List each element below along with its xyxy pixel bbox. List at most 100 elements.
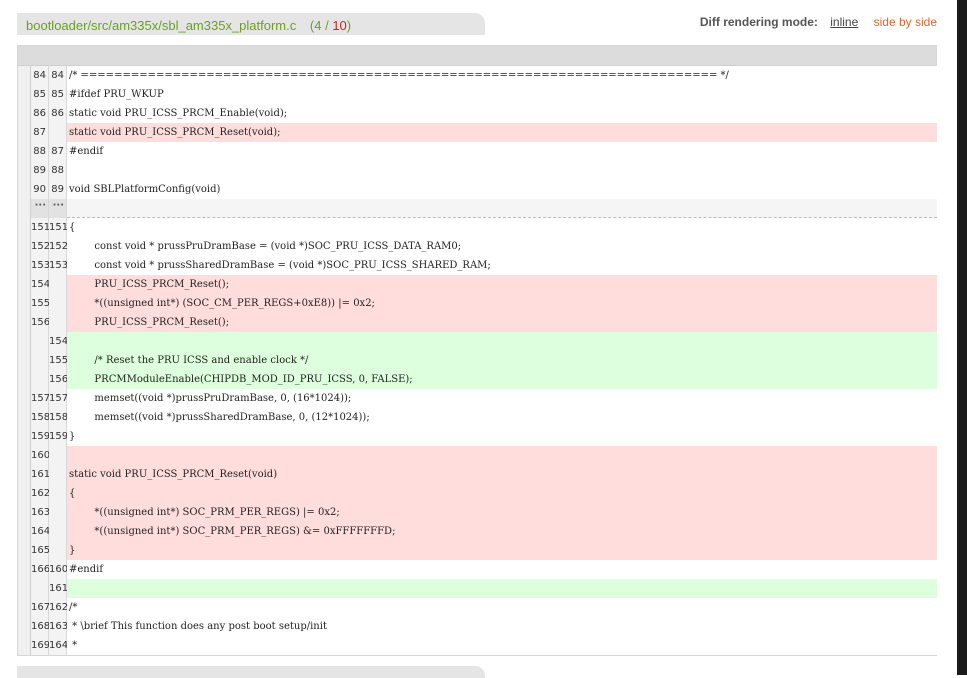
diff-line: 161 static void PRU_ICSS_PRCM_Reset(void) xyxy=(31,465,937,484)
code-text: static void PRU_ICSS_PRCM_Reset(void); xyxy=(67,123,937,142)
code-text: #endif xyxy=(67,142,937,161)
new-line-number: 160 xyxy=(49,560,68,579)
new-line-number: 164 xyxy=(49,636,68,655)
diff-panel: 84 84/* =================================… xyxy=(17,45,937,656)
diff-mode-side-by-side-link[interactable]: side by side xyxy=(874,15,937,29)
diff-line: 154 xyxy=(31,332,937,351)
diff-line: 153 153 const void * prussSharedDramBase … xyxy=(31,256,937,275)
old-line-number: 161 xyxy=(31,465,50,484)
new-line-number: 154 xyxy=(49,332,68,351)
diff-collapse-separator[interactable]: ··· ··· xyxy=(31,199,937,218)
new-line-number xyxy=(49,541,67,560)
old-line-number: 157 xyxy=(31,389,50,408)
old-line-number: 159 xyxy=(31,427,50,446)
old-line-number: 153 xyxy=(31,256,50,275)
old-line-number: 164 xyxy=(31,522,50,541)
window-edge xyxy=(957,0,967,675)
diff-line: 168 163 * \brief This function does any p… xyxy=(31,617,937,636)
new-line-number xyxy=(49,484,67,503)
diff-mode-label: Diff rendering mode: xyxy=(699,15,818,29)
code-text: /* =====================================… xyxy=(67,66,937,85)
diff-line: 162 { xyxy=(31,484,937,503)
new-line-number xyxy=(49,465,67,484)
code-text xyxy=(67,161,937,180)
diff-line: 85 85 #ifdef PRU_WKUP xyxy=(31,85,937,104)
diff-mode-inline-link[interactable]: inline xyxy=(830,15,858,29)
new-line-number: 88 xyxy=(49,161,67,180)
diff-line: 155 /* Reset the PRU ICSS and enable clo… xyxy=(31,351,937,370)
old-line-number xyxy=(31,351,49,370)
old-line-number xyxy=(31,332,49,351)
file-counter-separator: / xyxy=(321,18,333,33)
diff-line: 152 152 const void * prussPruDramBase = (… xyxy=(31,237,937,256)
new-line-number: 155 xyxy=(49,351,68,370)
old-line-number: 165 xyxy=(31,541,50,560)
diff-line: 155 *((unsigned int*) (SOC_CM_PER_REGS+0… xyxy=(31,294,937,313)
new-line-number xyxy=(49,522,67,541)
code-text: /* xyxy=(67,598,937,617)
old-line-number: 168 xyxy=(31,617,50,636)
diff-line: 166 160 #endif xyxy=(31,560,937,579)
file-path-link[interactable]: bootloader/src/am335x/sbl_am335x_platfor… xyxy=(26,18,296,33)
code-text: memset((void *)prussSharedDramBase, 0, (… xyxy=(67,408,937,427)
code-text: PRCMModuleEnable(CHIPDB_MOD_ID_PRU_ICSS,… xyxy=(67,370,937,389)
diff-header-strip xyxy=(18,46,936,66)
old-line-number: 86 xyxy=(31,104,49,123)
diff-line: 86 86 static void PRU_ICSS_PRCM_Enable(voi… xyxy=(31,104,937,123)
diff-line: 159 159} xyxy=(31,427,937,446)
code-text xyxy=(67,446,937,465)
code-text xyxy=(67,332,937,351)
file-counter-total: 10 xyxy=(332,18,347,33)
code-text: * xyxy=(67,636,937,655)
code-text: memset((void *)prussPruDramBase, 0, (16*… xyxy=(67,389,937,408)
diff-line: 156 PRU_ICSS_PRCM_Reset(); xyxy=(31,313,937,332)
new-line-number: 156 xyxy=(49,370,68,389)
new-line-number: 84 xyxy=(49,66,67,85)
code-text: } xyxy=(67,427,937,446)
new-line-number: 87 xyxy=(49,142,67,161)
diff-line: 84 84/* =================================… xyxy=(31,66,937,85)
diff-line: 164 *((unsigned int*) SOC_PRM_PER_REGS) … xyxy=(31,522,937,541)
new-line-number: 89 xyxy=(49,180,67,199)
diff-line: 157 157 memset((void *)prussPruDramBase, … xyxy=(31,389,937,408)
diff-line: 165} xyxy=(31,541,937,560)
diff-line: 169 164 * xyxy=(31,636,937,655)
file-counter-close: ) xyxy=(346,18,352,33)
old-line-number: 84 xyxy=(31,66,49,85)
new-line-number xyxy=(49,313,67,332)
old-line-number: 152 xyxy=(31,237,50,256)
code-text: const void * prussPruDramBase = (void *)… xyxy=(67,237,937,256)
diff-code-table: 84 84/* =================================… xyxy=(30,66,937,655)
new-line-number: 86 xyxy=(49,104,67,123)
code-text xyxy=(67,199,937,218)
old-line-number: 87 xyxy=(31,123,49,142)
file-counter: (4 / 10) xyxy=(310,18,351,33)
code-text: void SBLPlatformConfig(void) xyxy=(67,180,937,199)
code-text: PRU_ICSS_PRCM_Reset(); xyxy=(67,313,937,332)
old-line-number: 89 xyxy=(31,161,49,180)
code-text: } xyxy=(67,541,937,560)
new-line-number: 152 xyxy=(49,237,68,256)
code-text: static void PRU_ICSS_PRCM_Enable(void); xyxy=(67,104,937,123)
new-line-number xyxy=(49,446,67,465)
old-line-number: 167 xyxy=(31,598,50,617)
code-text: /* Reset the PRU ICSS and enable clock *… xyxy=(67,351,937,370)
next-file-tab[interactable] xyxy=(17,666,485,678)
old-line-number: ··· xyxy=(31,199,49,218)
diff-line: 158 158 memset((void *)prussSharedDramBas… xyxy=(31,408,937,427)
file-tab[interactable]: bootloader/src/am335x/sbl_am335x_platfor… xyxy=(17,13,485,35)
diff-line: 156 PRCMModuleEnable(CHIPDB_MOD_ID_PRU_I… xyxy=(31,370,937,389)
diff-line: 161 xyxy=(31,579,937,598)
new-line-number: 153 xyxy=(49,256,68,275)
diff-line: 88 87 #endif xyxy=(31,142,937,161)
code-text: *((unsigned int*) SOC_PRM_PER_REGS) &= 0… xyxy=(67,522,937,541)
diff-line: 90 89 void SBLPlatformConfig(void) xyxy=(31,180,937,199)
new-line-number xyxy=(49,275,67,294)
new-line-number xyxy=(49,294,67,313)
diff-line: 87 static void PRU_ICSS_PRCM_Reset(void); xyxy=(31,123,937,142)
new-line-number: 158 xyxy=(49,408,68,427)
new-line-number: ··· xyxy=(49,199,67,218)
diff-line: 154 PRU_ICSS_PRCM_Reset(); xyxy=(31,275,937,294)
new-line-number: 159 xyxy=(49,427,68,446)
old-line-number xyxy=(31,370,49,389)
